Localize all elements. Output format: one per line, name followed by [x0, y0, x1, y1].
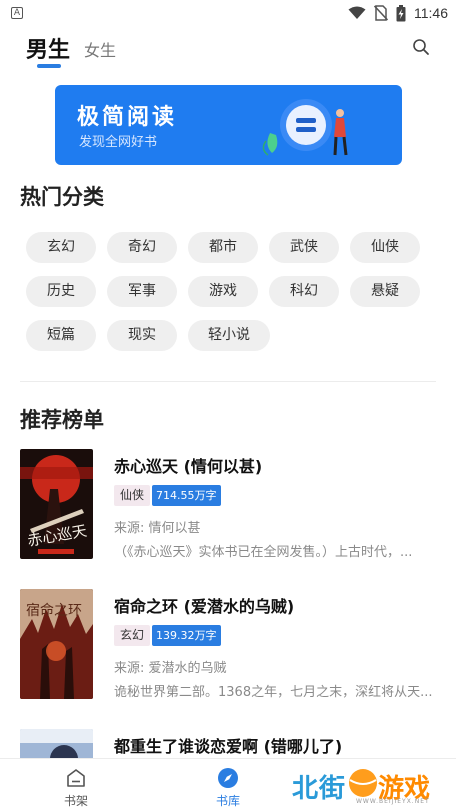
category-chip[interactable]: 都市	[188, 232, 258, 263]
app-notification-icon: A	[11, 7, 23, 19]
book-cover-title: 宿命之环	[26, 602, 82, 619]
category-chip[interactable]: 短篇	[26, 320, 96, 351]
book-cover: 宿命之环	[20, 589, 93, 699]
category-chip[interactable]: 武侠	[269, 232, 339, 263]
recommend-title: 推荐榜单	[20, 408, 104, 432]
category-chip[interactable]: 游戏	[188, 276, 258, 307]
book-word-count: 714.55万字	[152, 485, 221, 506]
book-cover: 赤心巡天	[20, 449, 93, 559]
promo-banner[interactable]: 极简阅读 发现全网好书	[55, 85, 402, 165]
active-tab-indicator	[37, 64, 61, 68]
book-intro: 诡秘世界第二部。1368之年，七月之末，深红将从天...	[114, 685, 433, 700]
book-title: 赤心巡天 (情何以甚)	[114, 457, 263, 476]
status-icons: 11:46	[348, 3, 448, 23]
book-item[interactable]: 都重生了谁谈恋爱啊 (错哪儿了)	[20, 729, 436, 758]
category-chip[interactable]: 仙侠	[350, 232, 420, 263]
nav-bookshelf-label: 书架	[63, 794, 88, 808]
book-title: 宿命之环 (爱潜水的乌贼)	[114, 597, 295, 616]
watermark-text: 北街	[292, 774, 347, 804]
book-item[interactable]: 赤心巡天 赤心巡天 (情何以甚) 仙侠 714.55万字 来源: 情何以甚 （《…	[20, 449, 436, 560]
status-time: 11:46	[414, 5, 448, 21]
hot-categories-title: 热门分类	[20, 185, 104, 209]
tab-female[interactable]: 女生	[84, 37, 116, 61]
home-icon	[67, 769, 85, 787]
book-intro: （《赤心巡天》实体书已在全网发售。）上古时代，...	[114, 545, 413, 560]
section-divider	[20, 381, 436, 382]
nav-library-label: 书库	[215, 794, 240, 808]
book-source: 来源: 爱潜水的乌贼	[114, 661, 227, 676]
compass-icon	[218, 768, 238, 788]
banner-title: 极简阅读	[77, 104, 178, 130]
book-source: 来源: 情何以甚	[114, 521, 201, 536]
tab-male[interactable]: 男生	[26, 32, 70, 64]
watermark-ball-icon	[349, 769, 377, 797]
no-sim-icon	[374, 5, 388, 21]
category-chip[interactable]: 悬疑	[350, 276, 420, 307]
battery-charging-icon	[396, 4, 406, 21]
gender-tabs: 男生 女生	[0, 30, 456, 72]
status-bar: A 11:46	[0, 0, 456, 26]
category-chip[interactable]: 历史	[26, 276, 96, 307]
nav-bookshelf[interactable]: 书架	[46, 767, 106, 809]
nav-library[interactable]: 书库	[198, 767, 258, 809]
book-category-tag: 仙侠	[114, 485, 151, 506]
category-chip[interactable]: 科幻	[269, 276, 339, 307]
reading-illustration-icon	[262, 99, 348, 156]
category-chip[interactable]: 玄幻	[26, 232, 96, 263]
category-chip[interactable]: 奇幻	[107, 232, 177, 263]
book-item[interactable]: 宿命之环 宿命之环 (爱潜水的乌贼) 玄幻 139.32万字 来源: 爱潜水的乌…	[20, 589, 436, 700]
book-cover	[20, 729, 93, 758]
watermark-logo: 北街 游戏 WWW.BEIJIEYX.NET	[292, 762, 442, 808]
book-word-count: 139.32万字	[152, 625, 221, 646]
book-title: 都重生了谁谈恋爱啊 (错哪儿了)	[114, 737, 343, 756]
wifi-icon	[348, 6, 366, 19]
category-chip[interactable]: 轻小说	[188, 320, 270, 351]
category-chip[interactable]: 现实	[107, 320, 177, 351]
book-tags: 仙侠 714.55万字	[114, 485, 221, 506]
banner-subtitle: 发现全网好书	[79, 135, 158, 150]
search-icon[interactable]	[412, 38, 430, 56]
category-chip[interactable]: 军事	[107, 276, 177, 307]
watermark-url: WWW.BEIJIEYX.NET	[356, 798, 430, 805]
book-category-tag: 玄幻	[114, 625, 151, 646]
book-tags: 玄幻 139.32万字	[114, 625, 221, 646]
